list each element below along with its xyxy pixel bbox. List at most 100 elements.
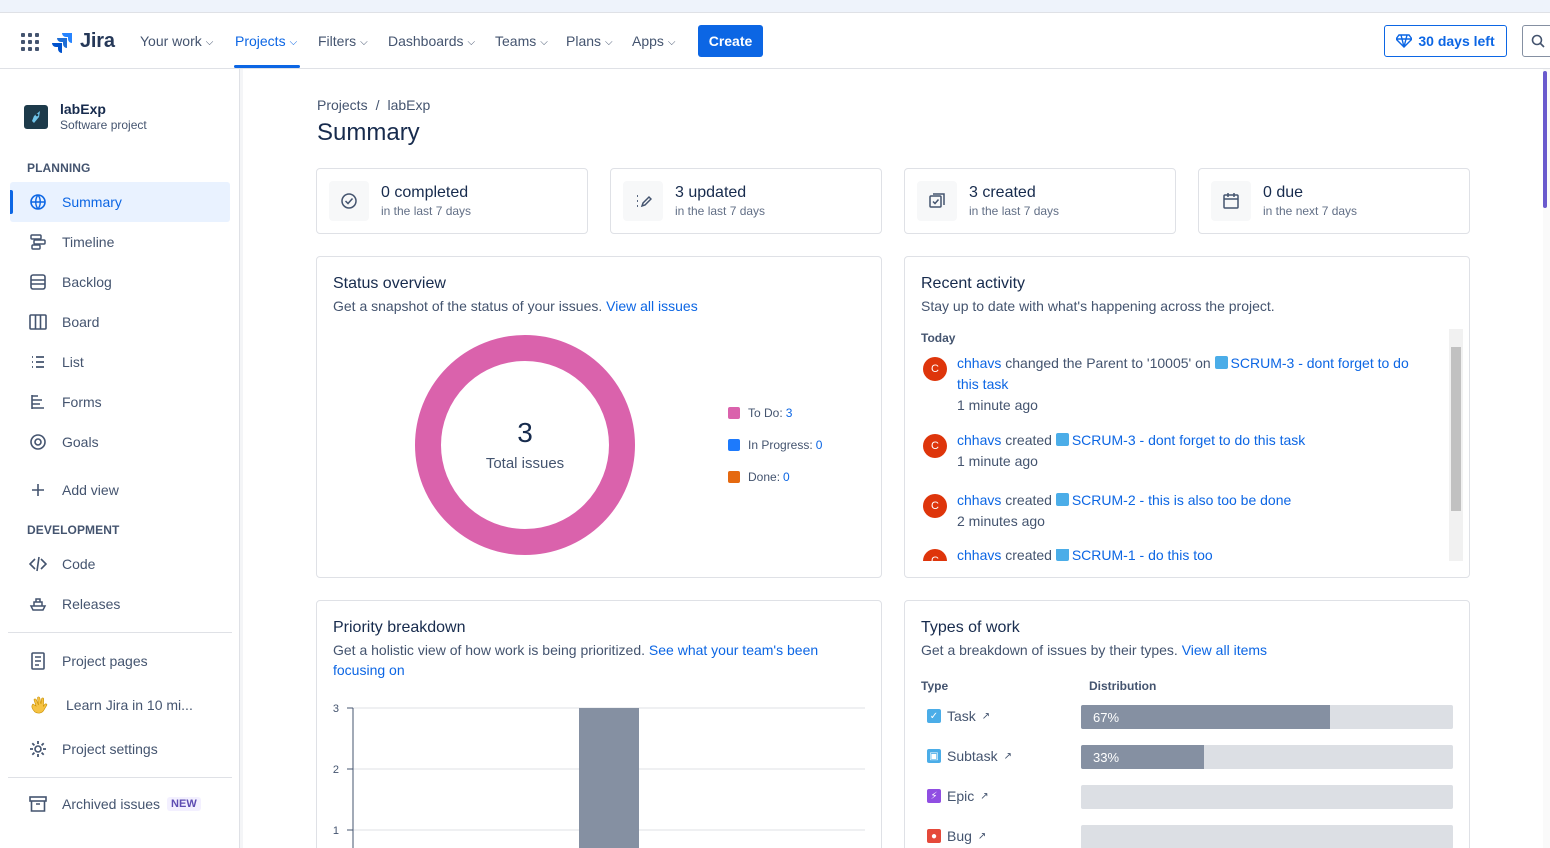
- sidebar-item-releases[interactable]: Releases: [10, 584, 230, 624]
- stat-value: 3 updated: [675, 184, 747, 201]
- nav-dashboards[interactable]: Dashboards ⌵: [388, 33, 475, 49]
- sidebar-item-label: Code: [62, 556, 96, 572]
- create-button[interactable]: Create: [698, 25, 763, 57]
- issue-link[interactable]: SCRUM-3 - dont forget to do this task: [1072, 432, 1305, 448]
- priority-bar[interactable]: [579, 708, 639, 848]
- forms-icon: [31, 395, 44, 409]
- type-row-task[interactable]: ✓ Task ↗: [927, 708, 990, 724]
- project-header[interactable]: labExp Software project: [24, 101, 147, 133]
- scrollbar-thumb[interactable]: [1451, 347, 1461, 511]
- sidebar-item-code[interactable]: Code: [10, 544, 230, 584]
- sidebar-item-label: Project settings: [62, 741, 158, 757]
- edit-icon: [623, 181, 663, 221]
- activity-scrollbar[interactable]: [1449, 329, 1463, 561]
- nav-apps[interactable]: Apps ⌵: [632, 33, 676, 49]
- user-link[interactable]: chhavs: [957, 432, 1001, 448]
- nav-teams[interactable]: Teams ⌵: [495, 33, 548, 49]
- type-row-subtask[interactable]: ▣ Subtask ↗: [927, 748, 1012, 764]
- sidebar-item-backlog[interactable]: Backlog: [10, 262, 230, 302]
- legend-done[interactable]: Done: 0: [728, 470, 790, 484]
- sidebar-item-goals[interactable]: Goals: [10, 422, 230, 462]
- nav-projects[interactable]: Projects ⌵: [235, 33, 297, 49]
- view-all-items-link[interactable]: View all items: [1182, 642, 1267, 658]
- desc-text: Get a snapshot of the status of your iss…: [333, 298, 603, 314]
- breadcrumb-project[interactable]: labExp: [387, 97, 430, 113]
- task-icon: [1055, 493, 1069, 506]
- user-link[interactable]: chhavs: [957, 549, 1001, 561]
- sidebar-item-label: Timeline: [62, 234, 115, 250]
- sidebar-item-list[interactable]: List: [10, 342, 230, 382]
- legend-in-progress[interactable]: In Progress: 0: [728, 438, 822, 452]
- legend-todo[interactable]: To Do: 3: [728, 406, 792, 420]
- issue-link[interactable]: SCRUM-1 - do this too: [1072, 549, 1213, 561]
- card-title: Priority breakdown: [333, 619, 466, 636]
- sidebar-item-label: Add view: [62, 482, 119, 498]
- backlog-icon: [30, 274, 46, 290]
- avatar[interactable]: C: [923, 494, 947, 518]
- sidebar-item-board[interactable]: Board: [10, 302, 230, 342]
- sidebar-item-project-settings[interactable]: Project settings: [10, 729, 230, 769]
- distribution-fill[interactable]: 67%: [1081, 705, 1331, 729]
- stat-card-updated[interactable]: 3 updated in the last 7 days: [610, 168, 882, 234]
- external-link-icon[interactable]: ↗: [980, 791, 988, 802]
- legend-value[interactable]: 0: [816, 438, 823, 452]
- sidebar-item-label: Goals: [62, 434, 99, 450]
- external-link-icon[interactable]: ↗: [1004, 751, 1012, 762]
- legend-value[interactable]: 3: [786, 406, 793, 420]
- view-all-issues-link[interactable]: View all issues: [606, 298, 698, 314]
- add-view-button[interactable]: Add view: [10, 470, 230, 510]
- external-link-icon[interactable]: ↗: [982, 711, 990, 722]
- sidebar-item-label: List: [62, 354, 84, 370]
- user-link[interactable]: chhavs: [957, 492, 1001, 508]
- top-navigation: Jira Your work ⌵ Projects ⌵ Filters ⌵ Dashb…: [0, 13, 1550, 69]
- nav-your-work[interactable]: Your work ⌵: [140, 33, 213, 49]
- breadcrumb-projects[interactable]: Projects: [317, 97, 368, 113]
- main-content: Projects / labExp Summary 0 completed in …: [243, 69, 1543, 848]
- archive-icon: [29, 796, 47, 812]
- code-icon: [29, 556, 47, 572]
- avatar[interactable]: C: [923, 549, 947, 561]
- sidebar-item-forms[interactable]: Forms: [10, 382, 230, 422]
- scrollbar-thumb[interactable]: [1543, 71, 1547, 208]
- user-link[interactable]: chhavs: [957, 355, 1001, 371]
- nav-plans[interactable]: Plans ⌵: [566, 33, 613, 49]
- type-column-header: Type: [921, 679, 949, 693]
- distribution-fill[interactable]: 33%: [1081, 745, 1204, 769]
- type-row-epic[interactable]: ⚡ Epic ↗: [927, 788, 989, 804]
- stat-sub: in the last 7 days: [675, 204, 766, 218]
- type-name: Subtask: [947, 748, 998, 764]
- ship-icon: [29, 598, 47, 611]
- type-row-bug[interactable]: ● Bug ↗: [927, 828, 986, 844]
- desc-text: Get a holistic view of how work is being…: [333, 642, 646, 658]
- stat-card-created[interactable]: 3 created in the last 7 days: [904, 168, 1176, 234]
- breadcrumb: Projects / labExp: [317, 97, 430, 113]
- page-scrollbar[interactable]: [1543, 69, 1550, 848]
- priority-breakdown-card: Priority breakdown Get a holistic view o…: [316, 600, 882, 848]
- app-switcher-icon[interactable]: [21, 33, 39, 51]
- stat-card-completed[interactable]: 0 completed in the last 7 days: [316, 168, 588, 234]
- search-button[interactable]: [1522, 25, 1550, 57]
- nav-filters[interactable]: Filters ⌵: [318, 33, 368, 49]
- waving-hand-icon: [31, 696, 48, 714]
- stat-card-due[interactable]: 0 due in the next 7 days: [1198, 168, 1470, 234]
- list-icon: [32, 356, 44, 368]
- legend-value[interactable]: 0: [783, 470, 790, 484]
- task-icon: [1055, 549, 1069, 561]
- avatar[interactable]: C: [923, 434, 947, 458]
- nav-label: Apps: [632, 33, 664, 49]
- legend-label: To Do:: [748, 406, 783, 420]
- sidebar-item-project-pages[interactable]: Project pages: [10, 641, 230, 681]
- jira-logo[interactable]: Jira: [52, 30, 115, 53]
- sidebar-item-label: Learn Jira in 10 mi...: [66, 697, 193, 713]
- issue-link[interactable]: SCRUM-2 - this is also too be done: [1072, 492, 1291, 508]
- legend-swatch: [728, 407, 740, 419]
- sidebar-item-timeline[interactable]: Timeline: [10, 222, 230, 262]
- sidebar-item-label: Backlog: [62, 274, 112, 290]
- sidebar-item-archived-issues[interactable]: Archived issues NEW: [10, 784, 230, 824]
- trial-button[interactable]: 30 days left: [1384, 25, 1507, 57]
- external-link-icon[interactable]: ↗: [978, 831, 986, 842]
- avatar[interactable]: C: [923, 357, 947, 381]
- sidebar-item-learn-jira[interactable]: Learn Jira in 10 mi...: [10, 685, 230, 725]
- sidebar-item-summary[interactable]: Summary: [10, 182, 230, 222]
- nav-label: Plans: [566, 33, 602, 49]
